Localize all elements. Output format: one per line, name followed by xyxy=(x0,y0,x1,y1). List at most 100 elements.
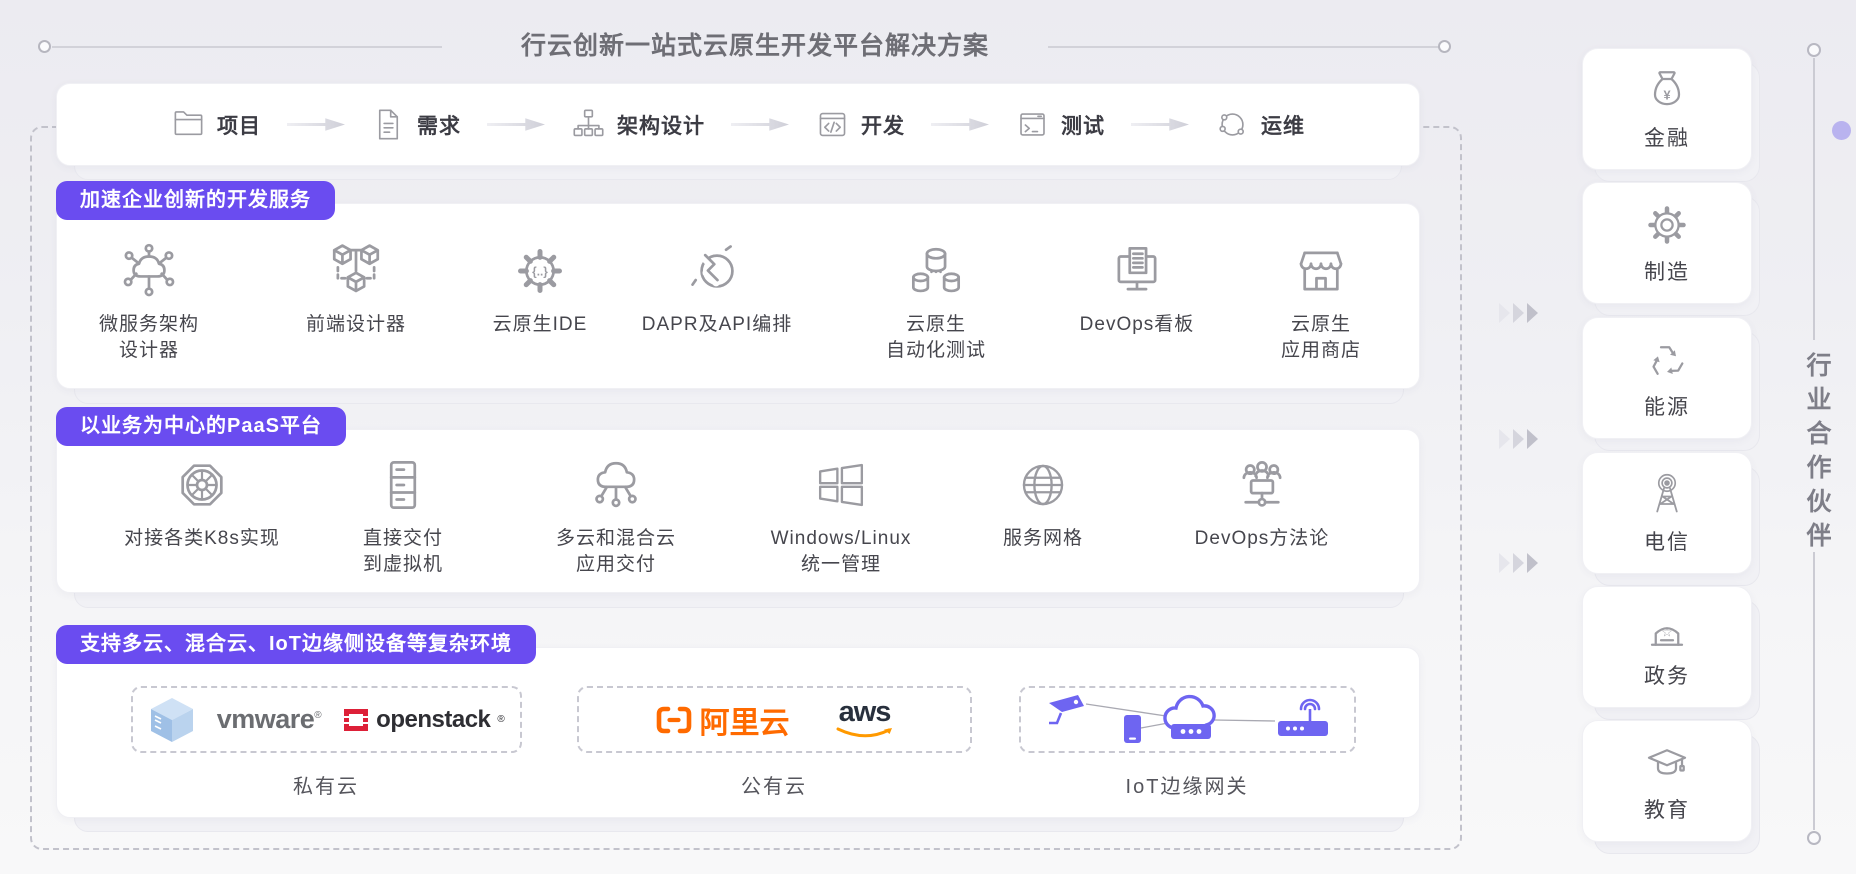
aws-logo: aws xyxy=(836,698,894,741)
workflow-step-6: 运维 xyxy=(1215,107,1305,142)
service-item-label: 云原生自动化测试 xyxy=(831,312,1041,364)
rail-line-top xyxy=(1813,58,1815,340)
cubes-design-icon xyxy=(327,242,385,300)
vmware-trademark: ® xyxy=(314,710,321,721)
workflow-step-3: 架构设计 xyxy=(571,107,705,142)
service-item: DAPR及API编排 xyxy=(612,242,822,338)
page-title: 行云创新一站式云原生开发平台解决方案 xyxy=(440,26,1070,62)
flow-arrow-icon xyxy=(1131,117,1189,132)
chevron-arrows-icon xyxy=(1498,426,1544,457)
openstack-icon xyxy=(343,708,369,732)
rail-dot-top xyxy=(1807,43,1821,57)
industry-card-5: ☆ 政务 xyxy=(1582,586,1752,708)
workflow-step-label: 运维 xyxy=(1261,110,1305,140)
alibaba-cloud-logo: 阿里云 xyxy=(656,698,790,742)
service-item: 前端设计器 xyxy=(251,242,461,338)
service-item-label: 对接各类K8s实现 xyxy=(97,526,307,552)
industry-card-label: 金融 xyxy=(1644,122,1690,152)
flow-arrow-icon xyxy=(487,117,545,132)
industry-card-label: 教育 xyxy=(1644,794,1690,824)
section3-badge: 支持多云、混合云、IoT边缘侧设备等复杂环境 xyxy=(56,625,536,664)
svg-text:{..}: {..} xyxy=(532,266,548,279)
iot-gateway-box xyxy=(1019,686,1356,753)
terminal-icon xyxy=(1015,107,1050,142)
industry-card-1: ¥ 金融 xyxy=(1582,48,1752,170)
service-item-label: DevOps方法论 xyxy=(1157,526,1367,552)
document-icon xyxy=(371,107,406,142)
decor-dot xyxy=(1832,121,1851,140)
service-item: 云原生应用商店 xyxy=(1216,242,1426,364)
industry-card-3: 能源 xyxy=(1582,317,1752,439)
government-building-icon: ☆ xyxy=(1643,605,1691,653)
gear-code-icon: {..} xyxy=(511,242,569,300)
plug-split-icon xyxy=(688,242,746,300)
hub-network-icon xyxy=(120,242,178,300)
service-item-label: 多云和混合云应用交付 xyxy=(511,526,721,578)
section2-items: 对接各类K8s实现直接交付到虚拟机多云和混合云应用交付 Windows/Linux… xyxy=(57,430,1419,592)
iot-gateway-label: IoT边缘网关 xyxy=(1126,770,1249,799)
title-deco-dot-left xyxy=(38,40,51,53)
service-item: Windows/Linux统一管理 xyxy=(736,456,946,578)
section1-items: 微服务架构设计器前端设计器{..}云原生IDEDAPR及API编排云原生自动化测… xyxy=(57,204,1419,388)
aws-swoosh-icon xyxy=(836,727,894,741)
alibaba-bracket-icon xyxy=(656,706,692,734)
database-cluster-icon xyxy=(907,242,965,300)
svg-text:¥: ¥ xyxy=(1663,87,1671,102)
workflow-bar: 项目 需求 架构设计 开发 测试 运维 xyxy=(56,83,1420,166)
cctv-camera-icon xyxy=(1049,695,1084,723)
flow-chart-icon xyxy=(571,107,606,142)
industry-card-label: 电信 xyxy=(1644,526,1690,556)
industry-card-label: 能源 xyxy=(1644,391,1690,421)
section2-badge: 以业务为中心的PaaS平台 xyxy=(56,407,346,446)
workflow-step-5: 测试 xyxy=(1015,107,1105,142)
workflow-step-label: 测试 xyxy=(1061,110,1105,140)
title-deco-dot-right xyxy=(1438,40,1451,53)
service-item-label: DevOps看板 xyxy=(1032,312,1242,338)
code-window-icon xyxy=(815,107,850,142)
section-paas-platform: 以业务为中心的PaaS平台 对接各类K8s实现直接交付到虚拟机多云和混合云应用交… xyxy=(56,429,1420,593)
workflow-step-2: 需求 xyxy=(371,107,461,142)
money-bag-icon: ¥ xyxy=(1643,67,1691,115)
signal-tower-icon xyxy=(1643,471,1691,519)
smartphone-icon xyxy=(1124,715,1141,743)
windows-logo-icon xyxy=(812,456,870,514)
service-item-label: 微服务架构设计器 xyxy=(44,312,254,364)
workflow-step-1: 项目 xyxy=(171,107,261,142)
service-item: 对接各类K8s实现 xyxy=(97,456,307,552)
service-item: 微服务架构设计器 xyxy=(44,242,254,364)
industry-card-label: 制造 xyxy=(1644,256,1690,286)
iot-devices-graphic xyxy=(1038,689,1338,751)
rail-dot-bottom xyxy=(1807,831,1821,845)
openstack-logo: openstack® xyxy=(343,706,504,734)
monitor-doc-icon xyxy=(1108,242,1166,300)
industry-partner-vertical-label: 行业合作伙伴 xyxy=(1799,352,1835,556)
openstack-trademark: ® xyxy=(497,714,504,725)
recycle-icon xyxy=(1643,336,1691,384)
vmware-logo: vmware® xyxy=(217,704,321,735)
service-item-label: 云原生应用商店 xyxy=(1216,312,1426,364)
flow-arrow-icon xyxy=(731,117,789,132)
server-box-icon xyxy=(149,696,195,744)
workflow-step-4: 开发 xyxy=(815,107,905,142)
service-item-label: DAPR及API编排 xyxy=(612,312,822,338)
globe-grid-icon xyxy=(1014,456,1072,514)
industry-card-label: 政务 xyxy=(1644,660,1690,690)
service-item-label: 直接交付到虚拟机 xyxy=(298,526,508,578)
industry-card-6: 教育 xyxy=(1582,720,1752,842)
section-dev-services: 加速企业创新的开发服务 微服务架构设计器前端设计器{..}云原生IDEDAPR及… xyxy=(56,203,1420,389)
service-item: 直接交付到虚拟机 xyxy=(298,456,508,578)
flow-arrow-icon xyxy=(931,117,989,132)
service-item: 多云和混合云应用交付 xyxy=(511,456,721,578)
service-item-label: 服务网格 xyxy=(938,526,1148,552)
workflow-step-label: 项目 xyxy=(217,110,261,140)
service-item-label: 前端设计器 xyxy=(251,312,461,338)
public-cloud-box: 阿里云 aws xyxy=(577,686,972,753)
section-environments: 支持多云、混合云、IoT边缘侧设备等复杂环境 vmware® openstack… xyxy=(56,647,1420,818)
chevron-arrows-icon xyxy=(1498,300,1544,331)
kubernetes-wheel-icon xyxy=(173,456,231,514)
title-deco-line-left xyxy=(52,46,442,48)
graduation-cap-icon xyxy=(1643,739,1691,787)
gear-icon xyxy=(1643,201,1691,249)
private-cloud-box: vmware® openstack® xyxy=(131,686,522,753)
service-item: DevOps方法论 xyxy=(1157,456,1367,552)
